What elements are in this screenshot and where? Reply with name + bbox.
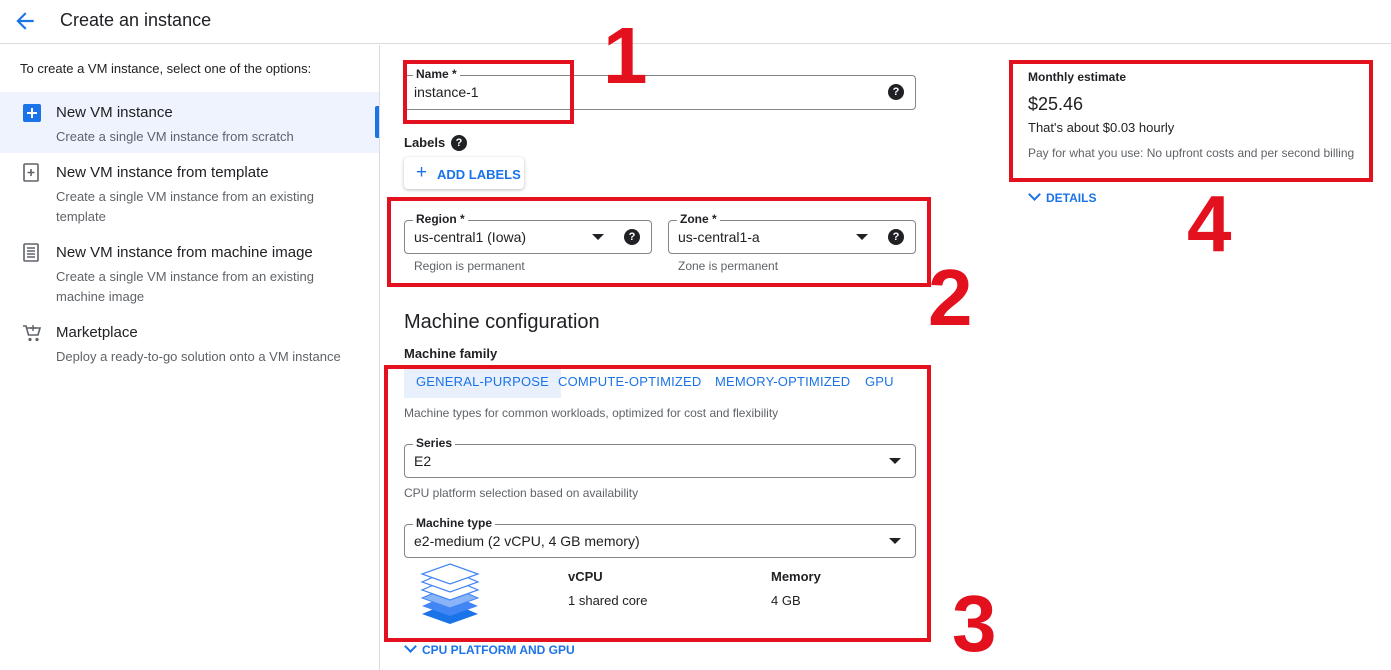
add-box-icon — [23, 104, 41, 122]
top-bar: Create an instance — [0, 0, 1391, 44]
details-expander[interactable]: DETAILS — [1026, 188, 1106, 207]
help-icon[interactable]: ? — [451, 135, 467, 151]
sidebar-item-title: New VM instance from machine image — [56, 244, 313, 261]
annotation-number-3: 3 — [952, 579, 997, 668]
sidebar-item-desc: Create a single VM instance from an exis… — [56, 269, 314, 304]
sidebar-item-title: Marketplace — [56, 324, 138, 341]
add-labels-button[interactable]: + ADD LABELS — [404, 157, 524, 189]
sidebar-item-title: New VM instance — [56, 104, 173, 121]
cpu-platform-expander[interactable]: CPU PLATFORM AND GPU — [402, 640, 592, 659]
annotation-box-4 — [1009, 60, 1373, 182]
add-labels-label: ADD LABELS — [437, 167, 521, 182]
annotation-box-2 — [387, 197, 931, 287]
page-title: Create an instance — [60, 10, 212, 30]
sidebar: To create a VM instance, select one of t… — [0, 45, 380, 670]
sidebar-item-from-machine-image[interactable]: New VM instance from machine image Creat… — [0, 232, 379, 312]
machine-image-icon — [23, 243, 39, 262]
sidebar-item-desc: Deploy a ready-to-go solution onto a VM … — [56, 349, 341, 364]
annotation-number-1: 1 — [603, 11, 648, 100]
chevron-down-icon — [1028, 188, 1041, 201]
sidebar-intro: To create a VM instance, select one of t… — [20, 61, 312, 76]
sidebar-item-marketplace[interactable]: Marketplace Deploy a ready-to-go solutio… — [0, 312, 379, 372]
cart-icon — [23, 325, 42, 342]
sidebar-item-from-template[interactable]: New VM instance from template Create a s… — [0, 152, 379, 232]
sidebar-item-desc: Create a single VM instance from scratch — [56, 129, 294, 144]
sidebar-item-title: New VM instance from template — [56, 164, 269, 181]
annotation-number-4: 4 — [1187, 179, 1232, 268]
annotation-box-1 — [403, 60, 574, 124]
sidebar-item-desc: Create a single VM instance from an exis… — [56, 189, 314, 224]
plus-icon: + — [416, 162, 428, 183]
labels-title: Labels — [404, 135, 446, 150]
chevron-down-icon — [404, 640, 417, 653]
cpu-platform-label: CPU PLATFORM AND GPU — [422, 643, 575, 657]
machine-family-label: Machine family — [404, 346, 498, 361]
details-label: DETAILS — [1046, 191, 1097, 205]
machine-config-title: Machine configuration — [404, 311, 600, 333]
template-add-icon — [23, 163, 39, 182]
annotation-box-3 — [384, 365, 931, 642]
arrow-back-icon[interactable] — [12, 8, 38, 34]
sidebar-item-new-vm-instance[interactable]: New VM instance Create a single VM insta… — [0, 92, 379, 153]
help-icon[interactable]: ? — [888, 84, 904, 100]
annotation-number-2: 2 — [928, 253, 973, 342]
